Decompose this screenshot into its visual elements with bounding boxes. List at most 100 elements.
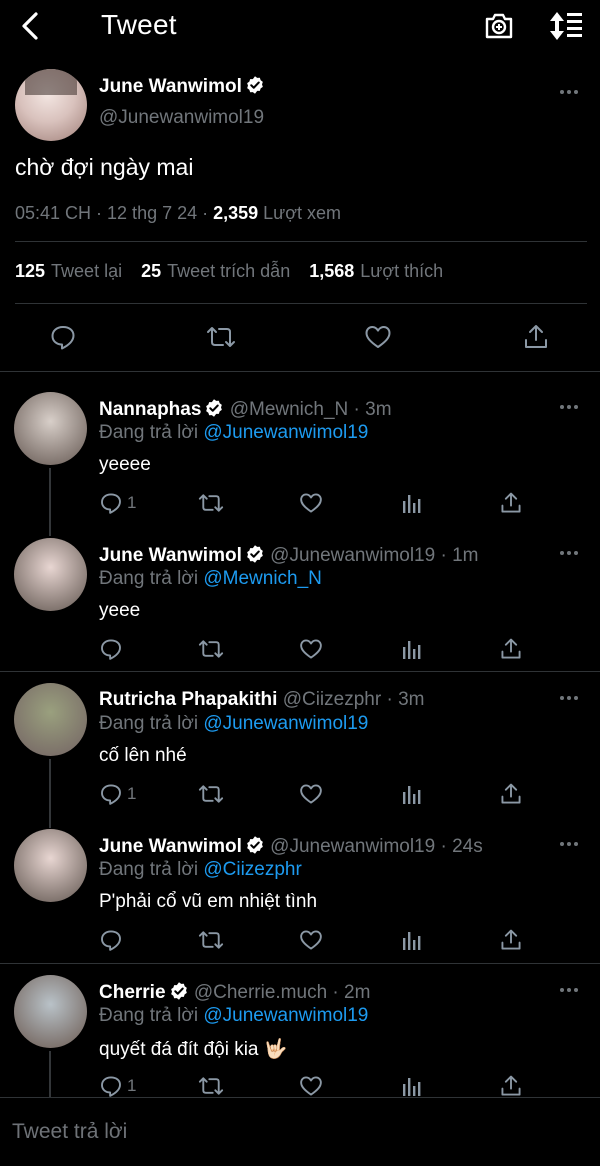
avatar[interactable] — [14, 392, 87, 465]
avatar[interactable] — [14, 975, 87, 1048]
reply-input[interactable] — [12, 1120, 572, 1144]
retweet-label: Tweet lại — [51, 261, 123, 281]
divider — [15, 303, 587, 304]
replying-to-link[interactable]: @Junewanwimol19 — [203, 1005, 368, 1026]
reply-action-bar: 1 — [0, 780, 600, 810]
share-button[interactable] — [499, 780, 523, 808]
share-button[interactable] — [499, 635, 523, 663]
more-options-icon[interactable] — [560, 87, 582, 97]
replying-to-link[interactable]: @Junewanwimol19 — [203, 422, 368, 443]
analytics-button[interactable] — [401, 926, 423, 954]
reply-author-name[interactable]: June Wanwimol — [99, 836, 242, 857]
retweet-stat[interactable]: 125 Tweet lại — [15, 261, 122, 281]
more-options-icon[interactable] — [560, 402, 582, 412]
reply-author-name[interactable]: Rutricha Phapakithi — [99, 689, 277, 710]
thread-line — [49, 759, 51, 828]
more-options-icon[interactable] — [560, 693, 582, 703]
reply-item[interactable]: Nannaphas @Mewnich_N · 3m Đang trả lời @J… — [0, 392, 600, 538]
author-handle[interactable]: @Junewanwimol19 — [99, 107, 264, 129]
reply-author-name[interactable]: Nannaphas — [99, 399, 201, 420]
share-button[interactable] — [522, 323, 550, 351]
more-options-icon[interactable] — [560, 839, 582, 849]
replying-prefix: Đang trả lời — [99, 713, 204, 734]
replying-to-link[interactable]: @Junewanwimol19 — [203, 713, 368, 734]
retweet-icon — [207, 327, 235, 347]
analytics-button[interactable] — [401, 1072, 423, 1100]
reply-button[interactable] — [49, 323, 77, 351]
sort-replies-button[interactable] — [548, 10, 584, 42]
quote-count: 25 — [141, 261, 162, 281]
reply-handle-time[interactable]: @Cherrie.much · 2m — [194, 982, 371, 1003]
verified-badge-icon — [247, 76, 263, 94]
reply-button[interactable] — [99, 926, 127, 954]
reply-author-name[interactable]: Cherrie — [99, 982, 166, 1003]
tweet-stats: 125 Tweet lại 25 Tweet trích dẫn 1,568 Lượt… — [15, 261, 457, 282]
replying-to: Đang trả lời @Junewanwimol19 — [99, 1005, 368, 1027]
reply-composer — [0, 1097, 600, 1166]
reply-item[interactable]: Rutricha Phapakithi @Ciizezphr · 3m Đang … — [0, 683, 600, 829]
reply-icon — [101, 1076, 121, 1097]
retweet-button[interactable] — [197, 780, 225, 808]
reply-button[interactable]: 1 — [99, 780, 136, 808]
avatar[interactable] — [15, 69, 87, 141]
tweet-meta: 05:41 CH · 12 thg 7 24 · 2,359 Lượt xem — [15, 203, 341, 224]
like-button[interactable] — [364, 323, 392, 351]
replying-to-link[interactable]: @Ciizezphr — [203, 859, 301, 880]
heart-icon — [365, 326, 391, 348]
share-icon — [525, 325, 547, 348]
avatar[interactable] — [14, 538, 87, 611]
like-button[interactable] — [299, 1072, 323, 1100]
divider — [15, 241, 587, 242]
replying-prefix: Đang trả lời — [99, 859, 204, 880]
analytics-icon — [403, 641, 421, 659]
heart-icon — [300, 1076, 322, 1096]
main-action-bar — [0, 323, 600, 353]
reply-author-name[interactable]: June Wanwimol — [99, 545, 242, 566]
share-button[interactable] — [499, 1072, 523, 1100]
like-button[interactable] — [299, 926, 323, 954]
author-name[interactable]: June Wanwimol — [99, 76, 242, 97]
share-icon — [501, 1075, 521, 1096]
tweet-text: chờ đợi ngày mai — [15, 154, 194, 180]
quote-stat[interactable]: 25 Tweet trích dẫn — [141, 261, 290, 281]
retweet-button[interactable] — [197, 635, 225, 663]
replying-prefix: Đang trả lời — [99, 1005, 204, 1026]
retweet-button[interactable] — [197, 926, 225, 954]
camera-button[interactable] — [483, 10, 515, 42]
reply-button[interactable]: 1 — [99, 1072, 136, 1100]
like-button[interactable] — [299, 489, 323, 517]
more-options-icon[interactable] — [560, 985, 582, 995]
reply-item[interactable]: June Wanwimol @Junewanwimol19 · 1m Đang t… — [0, 538, 600, 684]
like-stat[interactable]: 1,568 Lượt thích — [309, 261, 443, 281]
avatar[interactable] — [14, 683, 87, 756]
like-button[interactable] — [299, 635, 323, 663]
reply-item[interactable]: June Wanwimol @Junewanwimol19 · 24s Đang … — [0, 829, 600, 975]
back-button[interactable] — [18, 10, 46, 42]
share-button[interactable] — [499, 926, 523, 954]
reply-header: June Wanwimol @Junewanwimol19 · 24s — [99, 835, 483, 858]
reply-icon — [101, 639, 121, 660]
analytics-button[interactable] — [401, 635, 423, 663]
analytics-button[interactable] — [401, 780, 423, 808]
reply-handle-time[interactable]: @Junewanwimol19 · 24s — [270, 836, 483, 857]
like-count: 1,568 — [309, 261, 355, 281]
retweet-button[interactable] — [205, 323, 237, 351]
avatar[interactable] — [14, 829, 87, 902]
reply-handle-time[interactable]: @Junewanwimol19 · 1m — [270, 545, 478, 566]
share-button[interactable] — [499, 489, 523, 517]
reply-handle-time[interactable]: @Ciizezphr · 3m — [283, 689, 425, 710]
more-options-icon[interactable] — [560, 548, 582, 558]
like-button[interactable] — [299, 780, 323, 808]
reply-button[interactable] — [99, 635, 127, 663]
retweet-button[interactable] — [197, 489, 225, 517]
verified-badge-icon — [247, 836, 263, 854]
reply-handle-time[interactable]: @Mewnich_N · 3m — [230, 399, 392, 420]
analytics-button[interactable] — [401, 489, 423, 517]
reply-text: quyết đá đít đội kia 🤟🏻 — [99, 1039, 288, 1060]
replying-to-link[interactable]: @Mewnich_N — [203, 568, 322, 589]
reply-button[interactable]: 1 — [99, 489, 136, 517]
retweet-button[interactable] — [197, 1072, 225, 1100]
replying-to: Đang trả lời @Mewnich_N — [99, 568, 322, 590]
share-icon — [501, 783, 521, 804]
divider — [0, 371, 600, 372]
